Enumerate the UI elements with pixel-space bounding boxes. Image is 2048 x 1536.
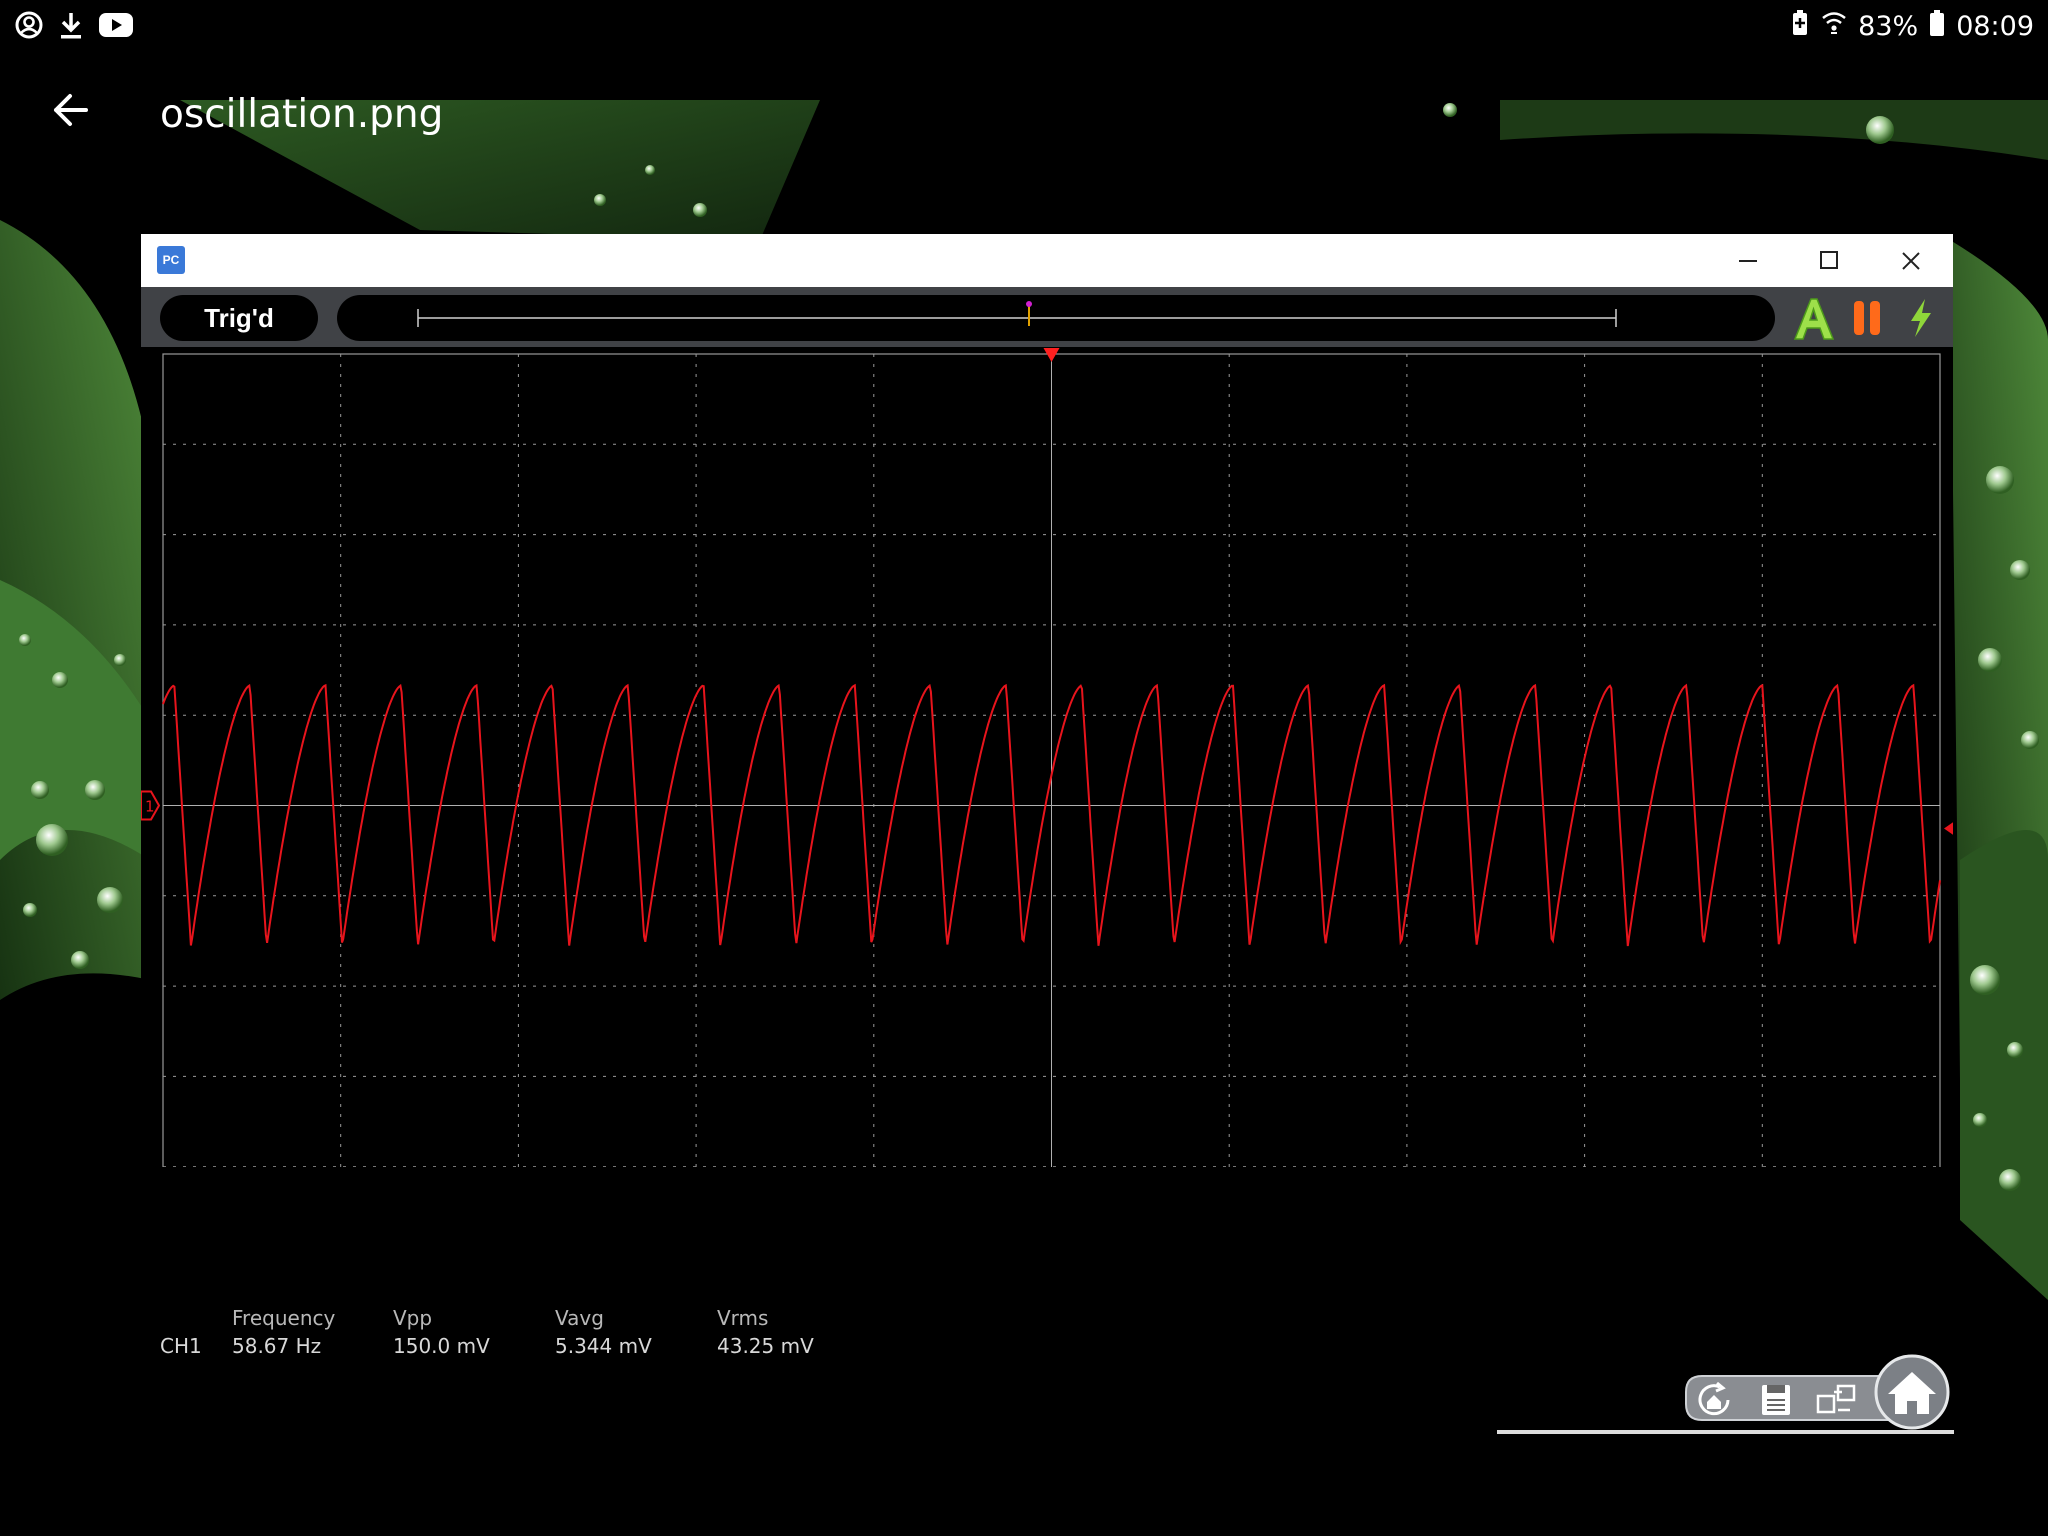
- bottom-toolbar: [1672, 1354, 1954, 1432]
- measurement-label-frequency: Frequency: [232, 1306, 336, 1330]
- trigger-marker: [1043, 348, 1060, 362]
- trigger-status[interactable]: Trig'd: [160, 295, 318, 341]
- auto-setup-icon: [1793, 298, 1835, 340]
- refresh-home-icon: [1698, 1381, 1730, 1416]
- battery-percent: 83%: [1858, 11, 1919, 42]
- measurement-value-frequency: 58.67 Hz: [232, 1334, 322, 1358]
- offset-marker: [1944, 821, 1954, 836]
- youtube-icon: [98, 11, 134, 44]
- minimize-button[interactable]: [1728, 242, 1768, 280]
- save-button[interactable]: [1754, 1380, 1798, 1420]
- clock: 08:09: [1956, 11, 2034, 42]
- measurement-label-vpp: Vpp: [393, 1306, 433, 1330]
- maximize-button[interactable]: [1809, 242, 1849, 280]
- measurement-label-vavg: Vavg: [555, 1306, 604, 1330]
- measurement-label-vrms: Vrms: [717, 1306, 769, 1330]
- home-button[interactable]: [1872, 1354, 1952, 1430]
- measurement-value-vpp: 150.0 mV: [393, 1334, 490, 1358]
- scope-display: 1: [140, 347, 1954, 1258]
- pause-icon: [1854, 301, 1880, 335]
- timebase-ruler[interactable]: [337, 295, 1775, 341]
- close-icon: [1902, 252, 1920, 270]
- scope-window: PC Trig'd 1 CH1 Frequency 58.67 Hz Vpp 1…: [140, 234, 1954, 1439]
- download-icon: [58, 10, 84, 45]
- scope-toolbar: Trig'd: [141, 287, 1953, 347]
- close-button[interactable]: [1891, 242, 1931, 280]
- channel-marker-label: 1: [145, 798, 155, 816]
- progress-underline: [1497, 1430, 1954, 1434]
- wifi-icon: [1820, 9, 1848, 44]
- pause-button[interactable]: [1843, 293, 1891, 343]
- minimize-icon: [1739, 260, 1757, 262]
- save-icon: [1762, 1385, 1790, 1415]
- swap-windows-button[interactable]: [1812, 1380, 1862, 1420]
- auto-setup-button[interactable]: [1789, 293, 1837, 343]
- measurement-value-vavg: 5.344 mV: [555, 1334, 652, 1358]
- swap-windows-icon: [1816, 1384, 1856, 1414]
- arrow-back-icon: [54, 94, 88, 126]
- maximize-icon: [1820, 251, 1838, 269]
- lightning-button[interactable]: [1897, 293, 1945, 343]
- home-icon: [1874, 1354, 1950, 1430]
- app-icon: PC: [157, 246, 185, 274]
- measurement-value-vrms: 43.25 mV: [717, 1334, 814, 1358]
- file-name: oscillation.png: [160, 92, 444, 137]
- status-bar: 83% 08:09: [0, 0, 2048, 50]
- back-button[interactable]: [46, 88, 100, 132]
- battery-icon: [1928, 8, 1946, 45]
- measurement-channel: CH1: [160, 1334, 202, 1358]
- refresh-home-button[interactable]: [1690, 1380, 1740, 1420]
- window-titlebar: PC: [141, 234, 1953, 287]
- account-circle-icon: [14, 10, 44, 45]
- lightning-icon: [1911, 299, 1931, 337]
- battery-saver-icon: [1790, 8, 1810, 45]
